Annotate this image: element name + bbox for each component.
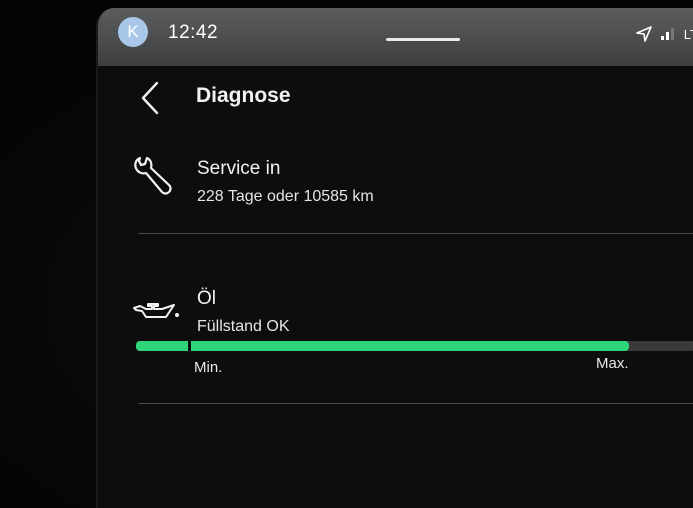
drag-handle[interactable] (386, 38, 460, 41)
oil-status: Füllstand OK (197, 318, 290, 335)
signal-strength-icon (660, 27, 676, 41)
user-avatar[interactable]: K (118, 17, 148, 47)
status-icons: LT (635, 26, 693, 42)
oil-max-label: Max. (596, 355, 629, 372)
network-type: LT (683, 26, 693, 42)
navigation-arrow-icon (635, 26, 652, 42)
oil-title: Öl (197, 288, 216, 309)
divider (138, 233, 693, 234)
oil-can-icon (132, 300, 182, 327)
status-bar: K 12:42 LT (98, 8, 693, 66)
page-title: Diagnose (196, 84, 291, 107)
service-detail: 228 Tage oder 10585 km (197, 188, 374, 205)
oil-min-label: Min. (194, 359, 223, 376)
oil-min-marker (188, 339, 191, 353)
service-item[interactable]: Service in 228 Tage oder 10585 km (132, 148, 692, 218)
infotainment-screen: K 12:42 LT Diagnose Service in 228 Tage … (96, 8, 693, 508)
oil-gauge-fill (136, 341, 629, 351)
oil-level-gauge: Min. Max. (136, 339, 693, 376)
wrench-icon (132, 154, 172, 203)
clock-time: 12:42 (168, 22, 219, 43)
divider (138, 403, 693, 404)
back-arrow-icon[interactable] (138, 80, 162, 116)
service-title: Service in (197, 158, 281, 179)
